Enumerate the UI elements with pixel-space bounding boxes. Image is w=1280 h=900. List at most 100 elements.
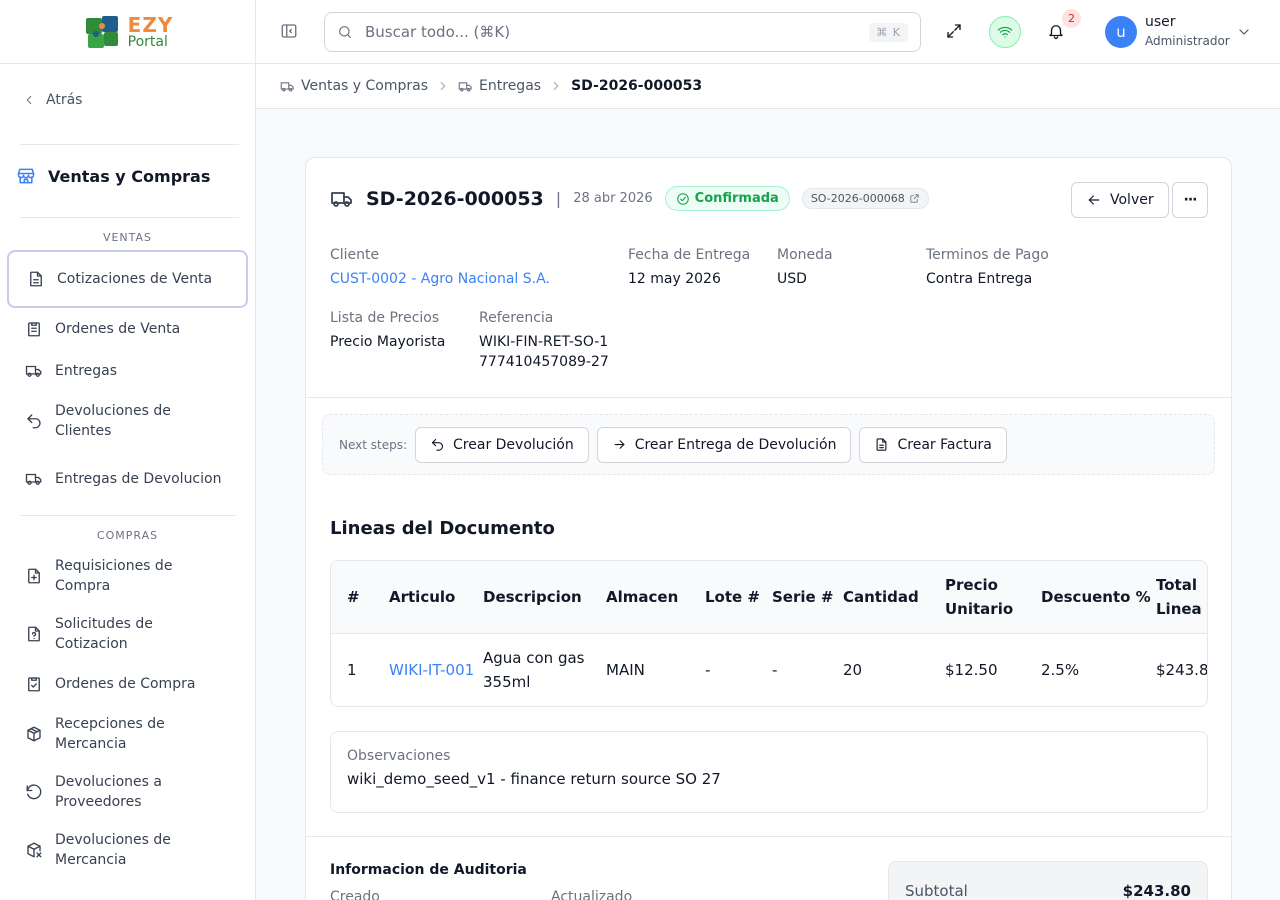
maximize-icon bbox=[947, 24, 961, 38]
chevron-right-icon bbox=[553, 81, 559, 91]
sidebar-item-ordenes-venta[interactable]: Ordenes de Venta bbox=[7, 316, 248, 342]
group-label-compras: COMPRAS bbox=[96, 529, 159, 542]
more-icon: ··· bbox=[1183, 192, 1198, 208]
document-header: SD-2026-000053 | 28 abr 2026 Confirmada … bbox=[330, 186, 929, 211]
cell-lot: - bbox=[705, 660, 711, 679]
lines-table: # Articulo Descripcion Almacen Lote # Se… bbox=[330, 560, 1208, 707]
sidebar-item-recepciones-mercancia[interactable]: Recepciones de Mercancia bbox=[7, 713, 248, 755]
col-header: Lote # bbox=[705, 587, 760, 606]
crear-factura-button[interactable]: Crear Factura bbox=[859, 426, 1007, 463]
sidebar-item-requisiciones-compra[interactable]: Requisiciones de Compra bbox=[7, 555, 248, 597]
cell-serial: - bbox=[772, 660, 778, 679]
sidebar-item-ordenes-compra[interactable]: Ordenes de Compra bbox=[7, 671, 248, 697]
chevron-right-icon bbox=[440, 81, 446, 91]
breadcrumb-current: SD-2026-000053 bbox=[571, 78, 703, 94]
undo-icon bbox=[27, 414, 41, 429]
logo-product: Portal bbox=[127, 33, 168, 50]
sidebar-item-devoluciones-clientes[interactable]: Devoluciones de Clientes bbox=[7, 400, 248, 442]
col-header: Almacen bbox=[606, 587, 679, 606]
table-header-row: # Articulo Descripcion Almacen Lote # Se… bbox=[331, 561, 1207, 633]
logo-brand: EZY bbox=[127, 12, 174, 37]
field-cliente: Cliente CUST-0002 - Agro Nacional S.A. bbox=[330, 247, 550, 289]
connection-status-button[interactable] bbox=[989, 16, 1021, 48]
check-circle-icon bbox=[676, 192, 689, 205]
col-header: # bbox=[347, 587, 360, 606]
field-lista-precios: Lista de Precios Precio Mayorista bbox=[330, 310, 446, 350]
sidebar-item-entregas[interactable]: Entregas bbox=[7, 358, 248, 384]
col-header: Precio Unitario bbox=[945, 575, 1014, 618]
search-shortcut: ⌘ K bbox=[869, 22, 908, 42]
observations-box: Observaciones wiki_demo_seed_v1 - financ… bbox=[330, 731, 1208, 813]
back-link[interactable]: Atrás bbox=[22, 92, 82, 108]
totals-box: Subtotal $243.80 bbox=[888, 861, 1208, 900]
file-text-icon bbox=[877, 438, 887, 451]
cell-quantity: 20 bbox=[843, 660, 863, 679]
sidebar-item-entregas-devolucion[interactable]: Entregas de Devolucion bbox=[7, 458, 248, 500]
lines-title: Lineas del Documento bbox=[330, 518, 555, 539]
sidebar-item-devoluciones-proveedores[interactable]: Devoluciones a Proveedores bbox=[7, 771, 248, 813]
col-header: Descripcion bbox=[483, 587, 582, 606]
logo[interactable]: EZY Portal bbox=[0, 0, 255, 64]
store-icon bbox=[17, 168, 35, 184]
user-name[interactable]: user bbox=[1145, 14, 1176, 30]
breadcrumb-item-entregas[interactable]: Entregas bbox=[458, 78, 541, 94]
section-divider bbox=[306, 836, 1231, 837]
audit-updated-label: Actualizado bbox=[551, 889, 633, 900]
volver-button[interactable]: Volver bbox=[1071, 182, 1169, 218]
breadcrumb-item-ventas-compras[interactable]: Ventas y Compras bbox=[280, 78, 428, 94]
search-icon bbox=[339, 26, 351, 38]
observations-label: Observaciones bbox=[347, 748, 451, 764]
cell-discount: 2.5% bbox=[1041, 660, 1080, 679]
cell-article-link[interactable]: WIKI-IT-001 bbox=[389, 633, 483, 706]
panel-left-icon bbox=[281, 24, 297, 38]
bell-icon bbox=[1049, 25, 1063, 40]
package-x-icon bbox=[27, 842, 42, 858]
cell-unit-price: $12.50 bbox=[945, 660, 998, 679]
breadcrumb: Ventas y Compras Entregas SD-2026-000053 bbox=[256, 64, 1280, 109]
title-separator: | bbox=[555, 189, 562, 208]
arrow-left-icon bbox=[1088, 195, 1100, 205]
field-fecha-entrega: Fecha de Entrega 12 may 2026 bbox=[628, 247, 751, 287]
document-date: 28 abr 2026 bbox=[573, 191, 653, 206]
cell-line-total: $243.80 bbox=[1156, 660, 1208, 679]
page-title: SD-2026-000053 bbox=[366, 187, 544, 210]
audit-created-label: Creado bbox=[330, 889, 380, 900]
clipboard-list-icon bbox=[28, 322, 40, 337]
file-question-icon bbox=[28, 626, 40, 642]
truck-icon bbox=[331, 191, 352, 207]
observations-value: wiki_demo_seed_v1 - finance return sourc… bbox=[347, 770, 721, 788]
next-steps-label: Next steps: bbox=[339, 437, 408, 452]
crear-entrega-devolucion-button[interactable]: Crear Entrega de Devolución bbox=[596, 426, 852, 463]
sidebar-item-solicitudes-cotizacion[interactable]: Solicitudes de Cotizacion bbox=[7, 613, 248, 655]
truck-icon bbox=[25, 365, 42, 377]
section-title: Ventas y Compras bbox=[16, 166, 238, 186]
source-order-link[interactable]: SO-2026-000068 bbox=[801, 188, 929, 209]
audit-title: Informacion de Auditoria bbox=[330, 862, 527, 878]
search-placeholder: Buscar todo... (⌘K) bbox=[365, 23, 511, 41]
status-badge: Confirmada bbox=[664, 186, 790, 211]
avatar[interactable]: u bbox=[1105, 16, 1137, 48]
user-menu-button[interactable] bbox=[1236, 24, 1252, 40]
crear-devolucion-button[interactable]: Crear Devolución bbox=[415, 426, 589, 463]
more-actions-button[interactable]: ··· bbox=[1172, 182, 1208, 218]
field-referencia: Referencia WIKI-FIN-RET-SO-1777410457089… bbox=[479, 310, 609, 370]
group-label-ventas: VENTAS bbox=[102, 231, 153, 244]
chevron-down-icon bbox=[1239, 29, 1249, 35]
notifications-button[interactable] bbox=[1047, 22, 1065, 40]
col-header: Total Linea bbox=[1156, 575, 1202, 618]
col-header: Descuento % bbox=[1041, 587, 1151, 606]
chevron-left-icon bbox=[26, 95, 32, 105]
sidebar-toggle-button[interactable] bbox=[280, 22, 298, 40]
sidebar-item-devoluciones-mercancia[interactable]: Devoluciones de Mercancia bbox=[7, 829, 248, 871]
fullscreen-button[interactable] bbox=[945, 22, 963, 40]
rotate-ccw-icon bbox=[26, 784, 42, 800]
col-header: Cantidad bbox=[843, 587, 919, 606]
cell-description: Agua con gas 355ml bbox=[483, 648, 585, 691]
notification-badge: 2 bbox=[1062, 9, 1081, 28]
cliente-link[interactable]: CUST-0002 - Agro Nacional S.A. bbox=[330, 269, 550, 289]
truck-icon bbox=[280, 81, 294, 91]
search-input[interactable]: Buscar todo... (⌘K) ⌘ K bbox=[324, 12, 921, 52]
sidebar-item-cotizaciones-venta[interactable]: Cotizaciones de Venta bbox=[7, 250, 248, 308]
delivery-detail-card: SD-2026-000053 | 28 abr 2026 Confirmada … bbox=[305, 157, 1232, 900]
col-header: Articulo bbox=[389, 587, 456, 606]
